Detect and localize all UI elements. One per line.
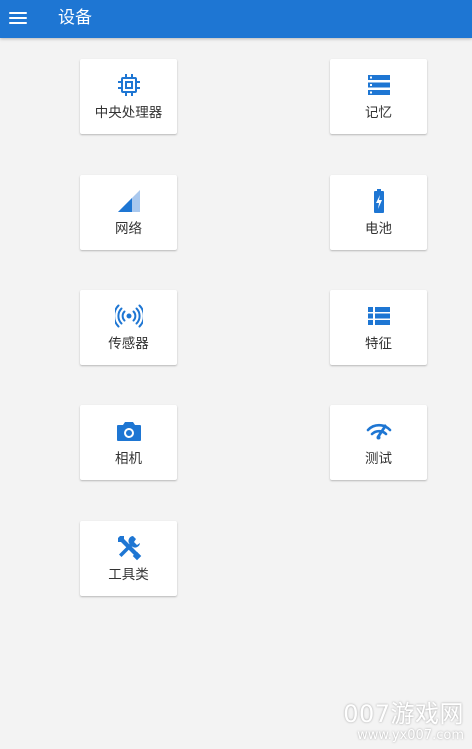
- tile-features[interactable]: 特征: [330, 290, 427, 365]
- tile-camera[interactable]: 相机: [80, 405, 177, 480]
- tile-label: 相机: [115, 451, 142, 467]
- signal-icon: [115, 187, 143, 215]
- test-wifi-icon: [365, 417, 393, 445]
- tile-label: 网络: [115, 221, 142, 237]
- tile-tools[interactable]: 工具类: [80, 521, 177, 596]
- cpu-icon: [115, 71, 143, 99]
- page-title: 设备: [58, 8, 92, 28]
- tile-test[interactable]: 测试: [330, 405, 427, 480]
- tile-label: 传感器: [108, 336, 149, 352]
- watermark-url: www.yx007.com: [357, 728, 464, 743]
- tile-battery[interactable]: 电池: [330, 175, 427, 250]
- tile-label: 记忆: [365, 105, 392, 121]
- watermark-title: 007游戏网: [343, 700, 464, 728]
- camera-icon: [115, 417, 143, 445]
- list-icon: [365, 302, 393, 330]
- app-bar: 设备: [0, 0, 472, 38]
- tile-label: 特征: [365, 336, 392, 352]
- tile-cpu[interactable]: 中央处理器: [80, 59, 177, 134]
- tile-label: 工具类: [108, 567, 149, 583]
- tile-network[interactable]: 网络: [80, 175, 177, 250]
- menu-icon[interactable]: [9, 9, 27, 27]
- sensor-icon: [114, 302, 143, 330]
- tile-label: 电池: [365, 221, 392, 237]
- tools-icon: [115, 533, 143, 561]
- watermark: 007游戏网 www.yx007.com: [343, 700, 464, 743]
- battery-icon: [365, 187, 393, 215]
- tile-label: 测试: [365, 451, 392, 467]
- tile-sensors[interactable]: 传感器: [80, 290, 177, 365]
- tile-memory[interactable]: 记忆: [330, 59, 427, 134]
- tile-label: 中央处理器: [94, 105, 163, 121]
- memory-icon: [365, 71, 393, 99]
